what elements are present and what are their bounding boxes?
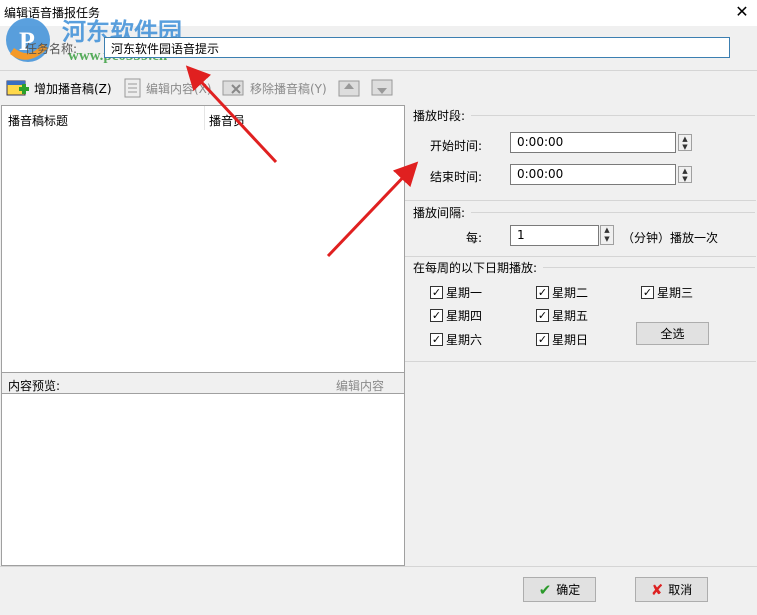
add-script-button[interactable]: 增加播音稿(Z) [6,78,112,98]
end-time-label: 结束时间: [430,170,483,184]
end-time-input[interactable]: 0:00:00 [510,164,676,185]
checkbox-label: 星期日 [552,333,589,347]
remove-script-label: 移除播音稿(Y) [250,81,327,96]
document-icon [124,78,141,98]
preview-edit-link[interactable]: 编辑内容 [336,377,384,394]
task-name-label: 任务名称: [25,42,78,56]
period-title: 播放时段: [413,109,466,123]
move-down-icon[interactable] [371,78,393,98]
preview-label: 内容预览: [8,379,61,393]
end-time-spinner[interactable]: ▲ ▼ [678,166,692,183]
checkbox-saturday[interactable]: ✓ 星期六 [430,331,482,348]
select-all-button[interactable]: 全选 [636,322,709,345]
checkbox-label: 星期二 [552,286,589,300]
start-time-spinner[interactable]: ▲ ▼ [678,134,692,151]
column-header-announcer[interactable]: 播音员 [209,112,245,129]
checkbox-tuesday[interactable]: ✓ 星期二 [536,284,588,301]
days-title: 在每周的以下日期播放: [413,261,538,275]
cancel-label: 取消 [668,583,693,597]
interval-input[interactable]: 1 [510,225,599,246]
edit-content-label: 编辑内容(X) [146,81,212,96]
interval-spinner[interactable]: ▲ ▼ [600,225,614,245]
checkbox-label: 星期三 [657,286,694,300]
remove-script-button[interactable]: 移除播音稿(Y) [222,78,327,98]
checkbox-thursday[interactable]: ✓ 星期四 [430,307,482,324]
cross-icon: ✘ [650,580,664,599]
checkbox-monday[interactable]: ✓ 星期一 [430,284,482,301]
checkbox-label: 星期六 [446,333,483,347]
checkbox-label: 星期四 [446,309,483,323]
checkbox-wednesday[interactable]: ✓ 星期三 [641,284,693,301]
task-name-input[interactable]: 河东软件园语音提示 [104,37,730,58]
add-script-label: 增加播音稿(Z) [34,81,112,96]
cancel-button[interactable]: ✘ 取消 [635,577,708,602]
remove-list-icon [222,80,244,96]
edit-content-button[interactable]: 编辑内容(X) [124,78,212,98]
checkbox-label: 星期五 [552,309,589,323]
ok-button[interactable]: ✔ 确定 [523,577,596,602]
add-list-icon [6,80,29,96]
checkbox-label: 星期一 [446,286,483,300]
close-button[interactable]: ✕ [733,2,751,22]
interval-unit-label: （分钟）播放一次 [622,231,719,245]
column-header-title[interactable]: 播音稿标题 [8,112,68,129]
script-list[interactable] [1,105,405,566]
checkbox-sunday[interactable]: ✓ 星期日 [536,331,588,348]
checkbox-friday[interactable]: ✓ 星期五 [536,307,588,324]
start-time-label: 开始时间: [430,139,483,153]
interval-title: 播放间隔: [413,206,466,220]
every-label: 每: [466,231,483,245]
check-icon: ✔ [538,580,552,599]
start-time-input[interactable]: 0:00:00 [510,132,676,153]
move-up-icon[interactable] [338,78,360,98]
ok-label: 确定 [556,583,581,597]
